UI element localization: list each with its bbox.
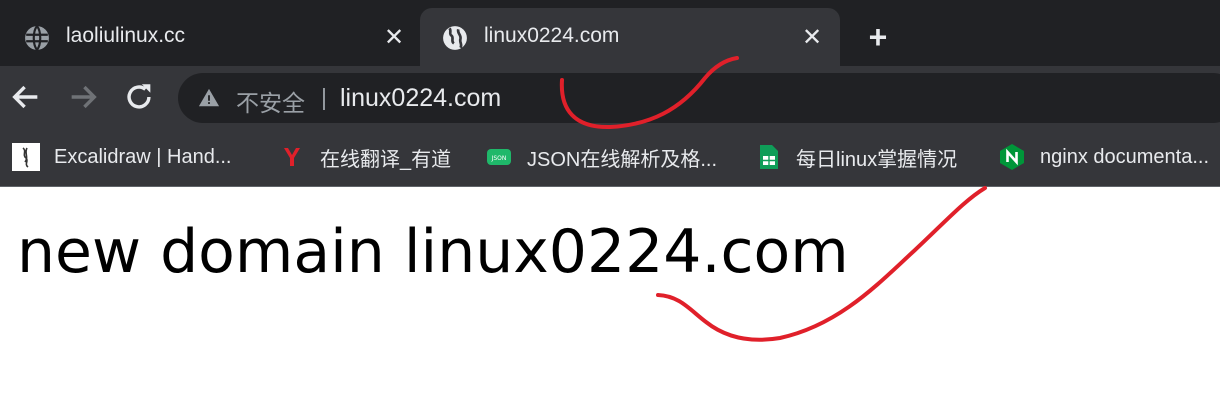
bookmark-label: 在线翻译_有道: [320, 148, 452, 171]
json-icon: JSON: [487, 149, 511, 165]
bookmark-daily-linux[interactable]: 每日linux掌握情况: [754, 140, 957, 174]
youdao-icon: [284, 148, 300, 166]
toolbar: 不安全 | linux0224.com: [0, 66, 1220, 130]
bookmark-youdao[interactable]: 在线翻译_有道: [278, 140, 451, 174]
bookmark-json[interactable]: JSON JSON在线解析及格...: [485, 140, 717, 174]
new-tab-button[interactable]: +: [862, 21, 894, 54]
close-icon[interactable]: ✕: [798, 24, 826, 52]
sheets-icon: [760, 145, 778, 169]
tab-linux0224[interactable]: linux0224.com ✕: [420, 8, 840, 72]
browser-chrome: laoliulinux.cc ✕ linux0224.com ✕ + 不安全 |…: [0, 0, 1220, 187]
security-label[interactable]: 不安全: [236, 84, 305, 118]
address-bar[interactable]: 不安全 | linux0224.com: [178, 73, 1220, 123]
excalidraw-icon: [12, 143, 40, 171]
bookmark-excalidraw[interactable]: Excalidraw | Hand...: [12, 140, 232, 174]
globe-icon: [443, 26, 467, 50]
reload-icon[interactable]: [122, 80, 156, 114]
tab-strip: laoliulinux.cc ✕ linux0224.com ✕ +: [0, 0, 1220, 72]
globe-icon: [25, 25, 49, 51]
url-text[interactable]: linux0224.com: [340, 84, 501, 113]
bookmark-label: nginx documenta...: [1040, 145, 1209, 168]
page-content: new domain linux0224.com: [0, 187, 1220, 401]
bookmark-label: JSON在线解析及格...: [527, 148, 718, 171]
bookmarks-bar: Excalidraw | Hand... 在线翻译_有道 JSON JSON在线…: [0, 130, 1220, 187]
back-arrow-icon[interactable]: [9, 80, 43, 114]
tab-title: linux0224.com: [484, 24, 620, 47]
forward-arrow-icon[interactable]: [66, 80, 100, 114]
close-icon[interactable]: ✕: [380, 24, 408, 52]
bookmark-nginx[interactable]: nginx documenta...: [998, 140, 1209, 174]
tab-title: laoliulinux.cc: [66, 24, 186, 47]
page-heading: new domain linux0224.com: [17, 217, 849, 287]
nginx-icon: [1000, 144, 1024, 170]
omnibox-separator: |: [321, 84, 327, 110]
svg-text:JSON: JSON: [491, 155, 507, 162]
bookmark-label: 每日linux掌握情况: [796, 148, 958, 171]
bookmark-label: Excalidraw | Hand...: [54, 145, 232, 168]
warning-icon[interactable]: [198, 87, 220, 109]
tab-laoliulinux[interactable]: laoliulinux.cc ✕: [0, 8, 418, 72]
